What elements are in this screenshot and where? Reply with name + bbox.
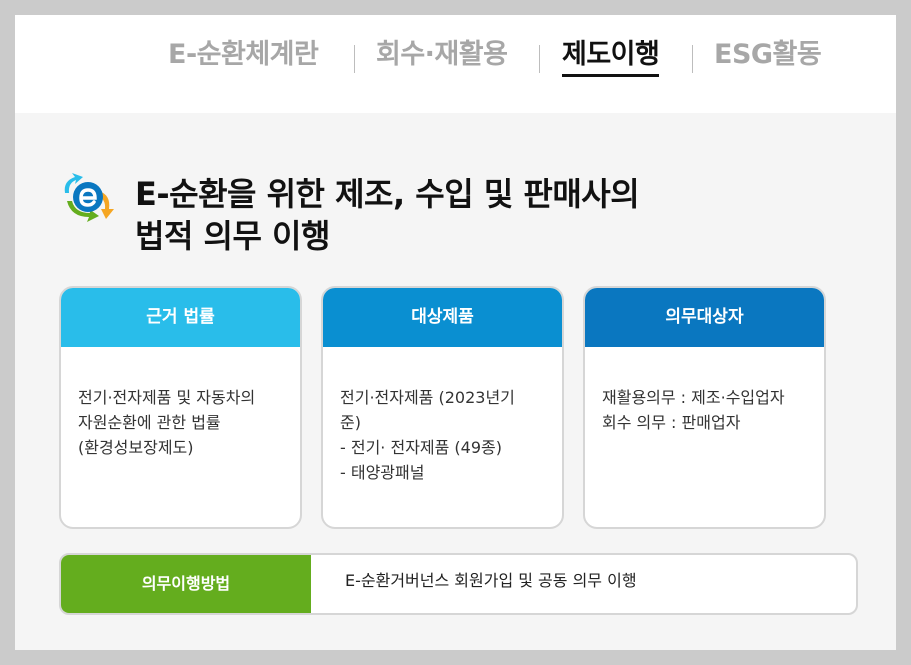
- card-line: 자원순환에 관한 법률: [78, 413, 221, 432]
- card-target-products: 대상제품 전기·전자제품 (2023년기 준) - 전기· 전자제품 (49종)…: [321, 286, 564, 529]
- headline-line-2: 법적 의무 이행: [135, 217, 330, 255]
- headline-line-1: E-순환을 위한 제조, 수입 및 판매사의: [135, 175, 640, 213]
- card-line: - 전기· 전자제품 (49종): [340, 438, 503, 457]
- method-text: E-순환거버넌스 회원가입 및 공동 의무 이행: [345, 571, 637, 590]
- card-line: - 태양광패널: [340, 463, 425, 482]
- tab-e-circulation-system[interactable]: E-순환체계란: [168, 37, 319, 77]
- card-title: 근거 법률: [61, 288, 300, 347]
- card-line: 준): [340, 413, 361, 432]
- tab-esg-activity[interactable]: ESG활동: [714, 37, 822, 77]
- e-circulation-logo-icon: [64, 173, 114, 222]
- card-line: 전기·전자제품 (2023년기: [340, 388, 515, 407]
- compliance-method-bar: 의무이행방법 E-순환거버넌스 회원가입 및 공동 의무 이행: [59, 553, 858, 615]
- card-legal-basis: 근거 법률 전기·전자제품 및 자동차의 자원순환에 관한 법률 (환경성보장제…: [59, 286, 302, 529]
- card-body: 전기·전자제품 (2023년기 준) - 전기· 전자제품 (49종) - 태양…: [323, 347, 562, 485]
- method-label: 의무이행방법: [61, 555, 311, 613]
- card-line: 재활용의무 : 제조·수입업자: [602, 388, 785, 407]
- top-tab-nav: E-순환체계란 회수·재활용 제도이행 ESG활동: [15, 15, 896, 113]
- card-title: 의무대상자: [585, 288, 824, 347]
- tab-divider: [692, 45, 693, 73]
- tab-divider: [539, 45, 540, 73]
- card-line: 전기·전자제품 및 자동차의: [78, 388, 256, 407]
- tab-collection-recycling[interactable]: 회수·재활용: [376, 37, 508, 77]
- card-body: 전기·전자제품 및 자동차의 자원순환에 관한 법률 (환경성보장제도): [61, 347, 300, 460]
- tab-system-compliance[interactable]: 제도이행: [562, 37, 660, 77]
- tab-divider: [354, 45, 355, 73]
- card-line: (환경성보장제도): [78, 438, 194, 457]
- card-obligated-parties: 의무대상자 재활용의무 : 제조·수입업자 회수 의무 : 판매업자: [583, 286, 826, 529]
- card-title: 대상제품: [323, 288, 562, 347]
- card-body: 재활용의무 : 제조·수입업자 회수 의무 : 판매업자: [585, 347, 824, 435]
- card-line: 회수 의무 : 판매업자: [602, 413, 741, 432]
- page-frame: E-순환체계란 회수·재활용 제도이행 ESG활동 E-순환을 위한 제조, 수…: [15, 15, 896, 650]
- page-headline: E-순환을 위한 제조, 수입 및 판매사의 법적 의무 이행: [135, 173, 640, 257]
